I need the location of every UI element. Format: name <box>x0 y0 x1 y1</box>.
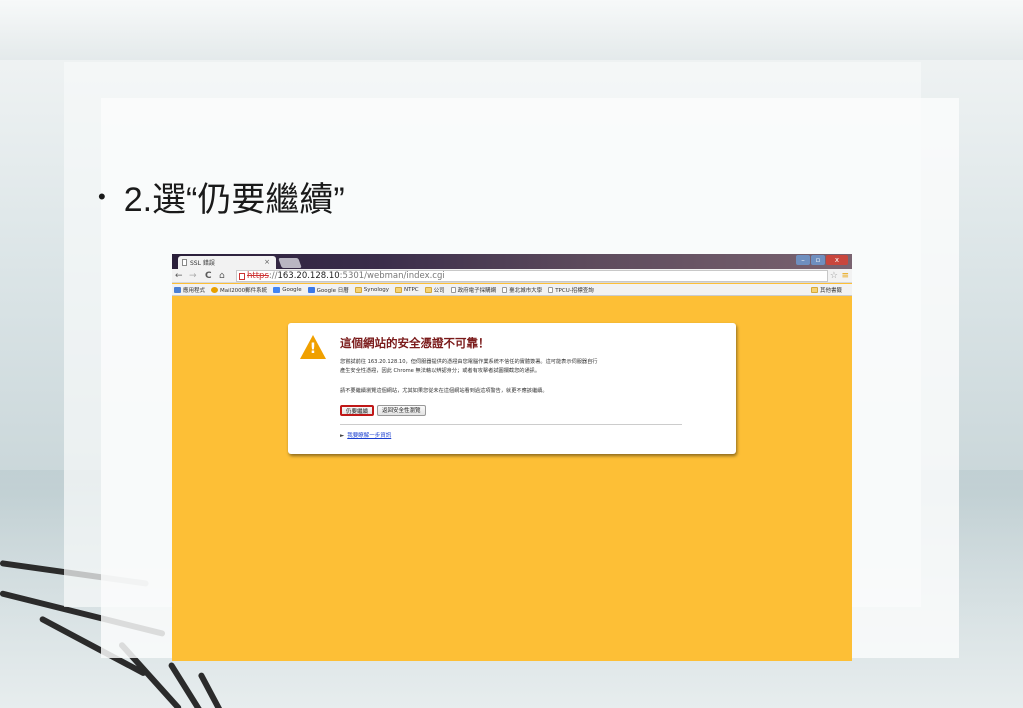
folder-icon <box>810 287 818 293</box>
bookmark-label: 公司 <box>433 287 445 294</box>
warning-body: 您嘗試前往 163.20.128.10，但伺服器提供的憑證由您電腦作業系統不信任… <box>340 358 720 376</box>
mail-icon <box>211 286 219 293</box>
page-icon <box>182 259 187 266</box>
page-icon <box>548 286 554 293</box>
bookmark-label: 臺北城市大學 <box>509 287 543 294</box>
calendar-icon <box>307 286 315 293</box>
browser-tab[interactable]: SSL 錯誤 × <box>178 256 276 269</box>
bookmark-item[interactable]: Mail2000郵件系統 <box>211 286 267 294</box>
page-icon <box>450 286 456 293</box>
bookmark-item[interactable]: Synology <box>354 286 389 293</box>
bookmark-label: NTPC <box>404 286 419 293</box>
browser-window: SSL 錯誤 × – ▫ x ← → C ⌂ https://163.20.12… <box>172 254 852 661</box>
apps-icon <box>174 286 181 293</box>
bookmark-item[interactable]: 公司 <box>424 286 445 294</box>
bookmark-item[interactable]: NTPC <box>395 286 419 293</box>
url-scheme: https <box>247 271 269 281</box>
proceed-anyway-button[interactable]: 仍要繼續 <box>340 405 375 416</box>
window-controls: – ▫ x <box>796 255 848 265</box>
reload-icon[interactable]: C <box>205 270 212 282</box>
warning-body-para2: 請不要繼續瀏覽這個網站，尤其如果您從未在這個網站看到過這項警告，就更不應該繼續。 <box>340 388 548 394</box>
more-info-label: 我要瞭解一步資訊 <box>347 433 392 439</box>
bookmark-item[interactable]: Google <box>273 286 302 293</box>
bookmark-label: 政府電子採購網 <box>457 287 497 294</box>
back-to-safety-button[interactable]: 返回安全性瀏覽 <box>377 405 426 416</box>
maximize-button[interactable]: ▫ <box>811 255 825 265</box>
broken-lock-icon <box>239 272 245 280</box>
url-host: 163.20.128.10 <box>277 271 340 281</box>
other-bookmarks-label: 其他書籤 <box>819 288 842 294</box>
bookmark-label: 應用程式 <box>183 287 206 294</box>
minimize-button[interactable]: – <box>796 255 810 265</box>
warning-title: 這個網站的安全憑證不可靠！ <box>340 336 490 350</box>
bookmark-label: TPCU-招標查詢 <box>555 287 594 294</box>
folder-icon <box>354 286 362 293</box>
more-info-link[interactable]: ► 我要瞭解一步資訊 <box>340 431 391 439</box>
bookmark-label: Mail2000郵件系統 <box>220 287 268 294</box>
bookmark-item[interactable]: 政府電子採購網 <box>450 286 497 294</box>
browser-toolbar: ← → C ⌂ https://163.20.128.10:5301/webma… <box>172 269 852 283</box>
slide-bullet: • 2.選“仍要繼續” <box>98 172 345 221</box>
bookmark-label: Synology <box>363 286 389 293</box>
tab-title: SSL 錯誤 <box>190 260 215 267</box>
back-icon[interactable]: ← <box>175 270 183 282</box>
bookmark-item[interactable]: 應用程式 <box>174 286 205 294</box>
warning-actions: 仍要繼續 返回安全性瀏覽 <box>340 405 426 416</box>
warning-divider <box>340 424 682 425</box>
bookmark-label: Google 日曆 <box>316 287 349 294</box>
warning-body-line2: 產生安全性憑證，因此 Chrome 無法藉以辨認身分；或者有攻擊者試圖攔截您的通… <box>340 368 541 374</box>
ssl-warning-card: ! 這個網站的安全憑證不可靠！ 您嘗試前往 163.20.128.10，但伺服器… <box>288 323 736 454</box>
slide-bullet-text: 2.選“仍要繼續” <box>123 181 345 219</box>
bullet-dot-icon: • <box>98 183 106 209</box>
home-icon[interactable]: ⌂ <box>219 270 225 282</box>
bookmark-item[interactable]: TPCU-招標查詢 <box>548 286 594 294</box>
bookmark-item[interactable]: 臺北城市大學 <box>502 286 542 294</box>
new-tab-button[interactable] <box>278 258 302 268</box>
url-separator: :// <box>268 271 278 281</box>
bookmark-star-icon[interactable]: ☆ <box>830 270 838 282</box>
folder-icon <box>395 286 402 293</box>
address-bar[interactable]: https://163.20.128.10:5301/webman/index.… <box>236 270 828 282</box>
page-icon <box>502 286 508 293</box>
warning-exclamation: ! <box>309 341 317 357</box>
page-content: ! 這個網站的安全憑證不可靠！ 您嘗試前往 163.20.128.10，但伺服器… <box>172 297 852 661</box>
other-bookmarks[interactable]: 其他書籤 <box>810 286 842 294</box>
menu-icon[interactable]: ≡ <box>841 270 849 282</box>
google-icon <box>273 286 281 293</box>
url-path: :5301/webman/index.cgi <box>339 271 445 281</box>
tab-close-icon[interactable]: × <box>264 258 270 266</box>
bookmark-label: Google <box>282 286 302 293</box>
folder-icon <box>424 286 432 293</box>
forward-icon[interactable]: → <box>189 270 197 282</box>
browser-titlebar: SSL 錯誤 × – ▫ x <box>172 254 852 269</box>
bookmark-item[interactable]: Google 日曆 <box>307 286 349 294</box>
expand-triangle-icon: ► <box>340 433 345 439</box>
close-button[interactable]: x <box>826 255 848 265</box>
warning-body-line1: 您嘗試前往 163.20.128.10，但伺服器提供的憑證由您電腦作業系統不信任… <box>340 359 598 365</box>
bookmarks-bar: 應用程式 Mail2000郵件系統 Google Google 日曆 Synol… <box>172 284 852 296</box>
